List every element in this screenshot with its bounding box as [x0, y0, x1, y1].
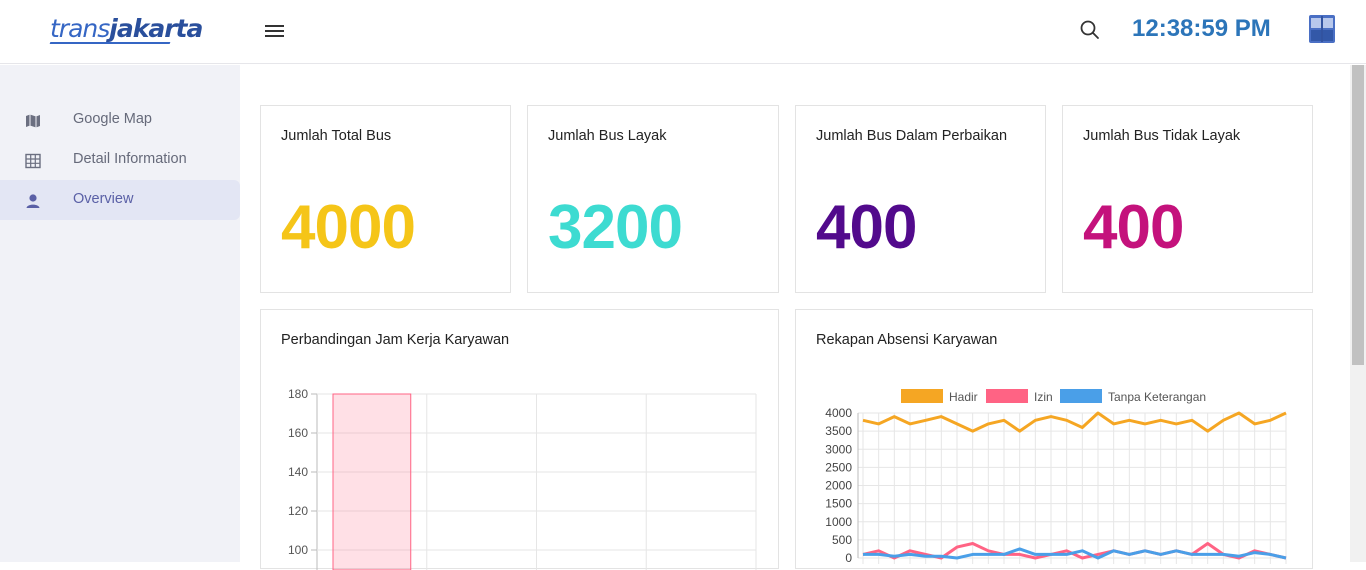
y-tick-label: 1000: [825, 515, 852, 529]
legend-swatch: [986, 389, 1028, 403]
stat-value: 400: [1083, 193, 1184, 262]
chart-title: Perbandingan Jam Kerja Karyawan: [281, 332, 510, 348]
stat-card-bus-layak: Jumlah Bus Layak 3200: [527, 105, 779, 293]
hamburger-icon-line: [265, 25, 284, 27]
sidebar-item-google-map[interactable]: Google Map: [0, 100, 240, 140]
grid-icon: [25, 153, 41, 169]
clock: 12:38:59 PM: [1132, 15, 1271, 42]
logo-underline: [49, 42, 171, 44]
y-tick-label: 500: [832, 533, 852, 547]
y-tick-label: 2500: [825, 460, 852, 474]
map-icon: [26, 114, 40, 128]
user-icon: [26, 194, 40, 208]
app-icon[interactable]: [1308, 14, 1336, 44]
stat-card-bus-perbaikan: Jumlah Bus Dalam Perbaikan 400: [795, 105, 1046, 293]
bus-doors-icon: [1309, 15, 1335, 43]
y-tick-label: 100: [288, 543, 308, 557]
legend-label: Hadir: [949, 390, 978, 404]
chart-title: Rekapan Absensi Karyawan: [816, 332, 998, 348]
line-chart: 0 500 1000 1500 2000 2500 3000 3500 4000 Hadir Izi…: [825, 389, 1287, 565]
legend-swatch: [901, 389, 943, 403]
hamburger-icon-line: [265, 35, 284, 37]
bar: [332, 393, 412, 570]
scrollbar[interactable]: [1350, 65, 1366, 562]
hamburger-icon-line: [265, 30, 284, 32]
chart-card-jam-kerja: Perbandingan Jam Kerja Karyawan 100 120 14…: [260, 309, 779, 570]
y-tick-label: 3000: [825, 442, 852, 456]
sidebar: Google Map Detail Information Overview: [0, 65, 240, 562]
y-tick-label: 120: [288, 504, 308, 518]
y-tick-label: 140: [288, 465, 308, 479]
chart-card-absensi: Rekapan Absensi Karyawan 0 500 1000 1500 200…: [795, 309, 1313, 569]
sidebar-item-detail-information[interactable]: Detail Information: [0, 140, 240, 180]
bar-chart: 100 120 140 160 180: [288, 387, 757, 570]
y-tick-label: 180: [288, 387, 308, 401]
series-line: [862, 411, 1287, 433]
transjakarta-logo[interactable]: transjakarta: [50, 14, 203, 43]
stat-card-bus-tidak-layak: Jumlah Bus Tidak Layak 400: [1062, 105, 1313, 293]
y-tick-label: 1500: [825, 497, 852, 511]
stat-value: 400: [816, 193, 917, 262]
legend-label: Tanpa Keterangan: [1108, 390, 1206, 404]
y-tick-label: 2000: [825, 479, 852, 493]
legend-swatch: [1060, 389, 1102, 403]
sidebar-item-overview[interactable]: Overview: [0, 180, 240, 220]
y-tick-label: 3500: [825, 424, 852, 438]
stat-title: Jumlah Bus Dalam Perbaikan: [816, 128, 1008, 144]
y-tick-label: 4000: [825, 406, 852, 420]
stat-title: Jumlah Total Bus: [281, 128, 392, 144]
stat-title: Jumlah Bus Layak: [548, 128, 667, 144]
stat-value: 3200: [548, 193, 683, 262]
legend-label: Izin: [1034, 390, 1053, 404]
stat-title: Jumlah Bus Tidak Layak: [1083, 128, 1241, 144]
menu-toggle-button[interactable]: [265, 22, 289, 42]
top-bar: transjakarta 12:38:59 PM: [0, 0, 1366, 64]
scrollbar-thumb[interactable]: [1352, 65, 1364, 365]
stat-card-total-bus: Jumlah Total Bus 4000: [260, 105, 511, 293]
search-icon: [1080, 20, 1099, 39]
y-tick-label: 0: [845, 551, 852, 565]
search-button[interactable]: [1078, 18, 1102, 42]
y-tick-label: 160: [288, 426, 308, 440]
stat-value: 4000: [281, 193, 416, 262]
main-content: Jumlah Total Bus 4000 Jumlah Bus Layak 3…: [240, 65, 1350, 570]
